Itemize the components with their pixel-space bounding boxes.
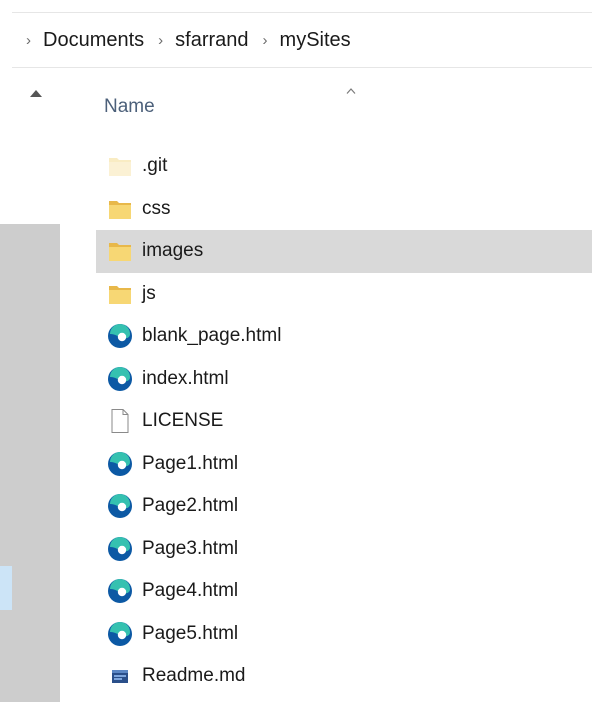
list-item[interactable]: index.html: [96, 358, 592, 401]
list-item[interactable]: LICENSE: [96, 400, 592, 443]
markdown-file-icon: [106, 662, 134, 690]
edge-browser-icon: [106, 577, 134, 605]
list-item[interactable]: .git: [96, 145, 592, 188]
file-name: Page5.html: [142, 622, 239, 644]
edge-browser-icon: [106, 535, 134, 563]
navigation-pane-selected-item[interactable]: [0, 566, 12, 610]
file-explorer-window: › Documents › sfarrand › mySites Name .g…: [0, 0, 592, 702]
list-item[interactable]: blank_page.html: [96, 315, 592, 358]
folder-icon: [106, 280, 134, 308]
list-item[interactable]: Page3.html: [96, 528, 592, 571]
name-column-header[interactable]: [96, 84, 592, 134]
list-item[interactable]: Readme.md: [96, 655, 592, 698]
chevron-right-icon[interactable]: ›: [26, 32, 31, 49]
scroll-up-icon[interactable]: [30, 90, 42, 97]
file-name: Readme.md: [142, 665, 246, 687]
breadcrumb-item-documents[interactable]: Documents: [43, 29, 144, 52]
list-item[interactable]: Page4.html: [96, 570, 592, 613]
list-item[interactable]: Page2.html: [96, 485, 592, 528]
breadcrumb[interactable]: › Documents › sfarrand › mySites: [12, 12, 592, 68]
edge-browser-icon: [106, 450, 134, 478]
chevron-right-icon[interactable]: ›: [263, 32, 268, 49]
file-name: blank_page.html: [142, 325, 282, 347]
list-item[interactable]: Page1.html: [96, 443, 592, 486]
navigation-pane-scrollbar[interactable]: [0, 224, 60, 702]
file-name: Page4.html: [142, 580, 239, 602]
folder-icon: [106, 237, 134, 265]
file-name: Page1.html: [142, 452, 239, 474]
blank-file-icon: [106, 407, 134, 435]
folder-icon: [106, 152, 134, 180]
file-name: js: [142, 282, 156, 304]
file-list: .git css images js blank_page.html index…: [96, 145, 592, 698]
edge-browser-icon: [106, 322, 134, 350]
file-name: index.html: [142, 367, 229, 389]
list-item-selected[interactable]: images: [96, 230, 592, 273]
file-name: Page3.html: [142, 537, 239, 559]
name-column-label: Name: [104, 96, 155, 117]
sort-ascending-icon: [346, 88, 356, 94]
chevron-right-icon[interactable]: ›: [158, 32, 163, 49]
list-item[interactable]: js: [96, 273, 592, 316]
file-name: Page2.html: [142, 495, 239, 517]
file-name: css: [142, 197, 171, 219]
folder-icon: [106, 195, 134, 223]
breadcrumb-item-mysites[interactable]: mySites: [280, 29, 351, 52]
file-name: LICENSE: [142, 410, 224, 432]
file-name: images: [142, 240, 204, 262]
file-name: .git: [142, 155, 168, 177]
list-item[interactable]: css: [96, 188, 592, 231]
list-item[interactable]: Page5.html: [96, 613, 592, 656]
edge-browser-icon: [106, 620, 134, 648]
edge-browser-icon: [106, 365, 134, 393]
breadcrumb-item-sfarrand[interactable]: sfarrand: [175, 29, 248, 52]
edge-browser-icon: [106, 492, 134, 520]
